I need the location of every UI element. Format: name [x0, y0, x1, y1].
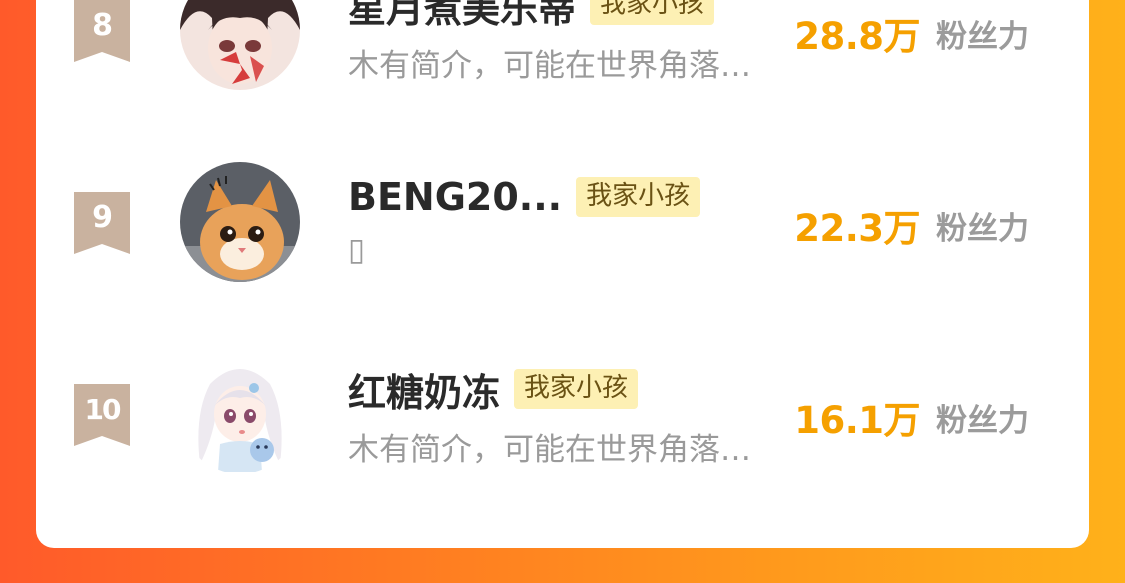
user-avatar[interactable]: [180, 162, 300, 282]
orange-kitten-avatar-icon: [180, 162, 300, 282]
anime-girl-avatar-icon: [180, 0, 300, 90]
name-line: 红糖奶冻 我家小孩: [348, 362, 639, 417]
chibi-girl-avatar-icon: [180, 354, 300, 474]
fans-count: 22.3万: [794, 207, 920, 250]
user-name[interactable]: 红糖奶冻: [348, 362, 500, 417]
fans-label: 粉丝力: [936, 18, 1029, 55]
rank-number: 10: [84, 393, 122, 426]
fans-info: 22.3万 粉丝力: [794, 200, 1029, 250]
rank-badge: 8: [74, 0, 130, 62]
fans-info: 16.1万 粉丝力: [794, 392, 1029, 442]
user-intro: 木有简介，可能在世界角落……: [348, 432, 778, 468]
user-intro: 木有简介，可能在世界角落……: [348, 48, 778, 84]
name-line: 星月煮美乐蒂 我家小孩: [348, 0, 715, 33]
ranking-row[interactable]: 8 星月煮美乐蒂 我家小孩 木有简介，可能在世界角落…… 28.8万 粉丝力: [36, 0, 1089, 110]
ranking-card: 8 星月煮美乐蒂 我家小孩 木有简介，可能在世界角落…… 28.8万 粉丝力 9…: [36, 0, 1089, 548]
fans-info: 28.8万 粉丝力: [794, 8, 1029, 58]
rank-badge: 9: [74, 192, 130, 254]
user-avatar[interactable]: [180, 0, 300, 90]
name-line: BENG20... 我家小孩: [348, 172, 701, 222]
ranking-row[interactable]: 10 红糖奶冻 我家小孩 木有简介，可能在世界角落…… 16.1万 粉丝力: [36, 354, 1089, 494]
user-name[interactable]: BENG20...: [348, 175, 562, 219]
fans-count: 16.1万: [794, 399, 920, 442]
rank-badge: 10: [74, 384, 130, 446]
fans-label: 粉丝力: [936, 402, 1029, 439]
user-name[interactable]: 星月煮美乐蒂: [348, 0, 576, 33]
fans-count: 28.8万: [794, 15, 920, 58]
tag-badge: 我家小孩: [590, 0, 715, 25]
fans-label: 粉丝力: [936, 210, 1029, 247]
user-avatar[interactable]: [180, 354, 300, 474]
tag-badge: 我家小孩: [576, 177, 701, 217]
user-intro: ▯: [348, 232, 366, 268]
tag-badge: 我家小孩: [514, 369, 639, 409]
ranking-row[interactable]: 9 BENG20... 我家小孩 ▯ 22.3万 粉丝力: [36, 162, 1089, 302]
rank-number: 9: [92, 200, 113, 235]
rank-number: 8: [92, 8, 113, 43]
